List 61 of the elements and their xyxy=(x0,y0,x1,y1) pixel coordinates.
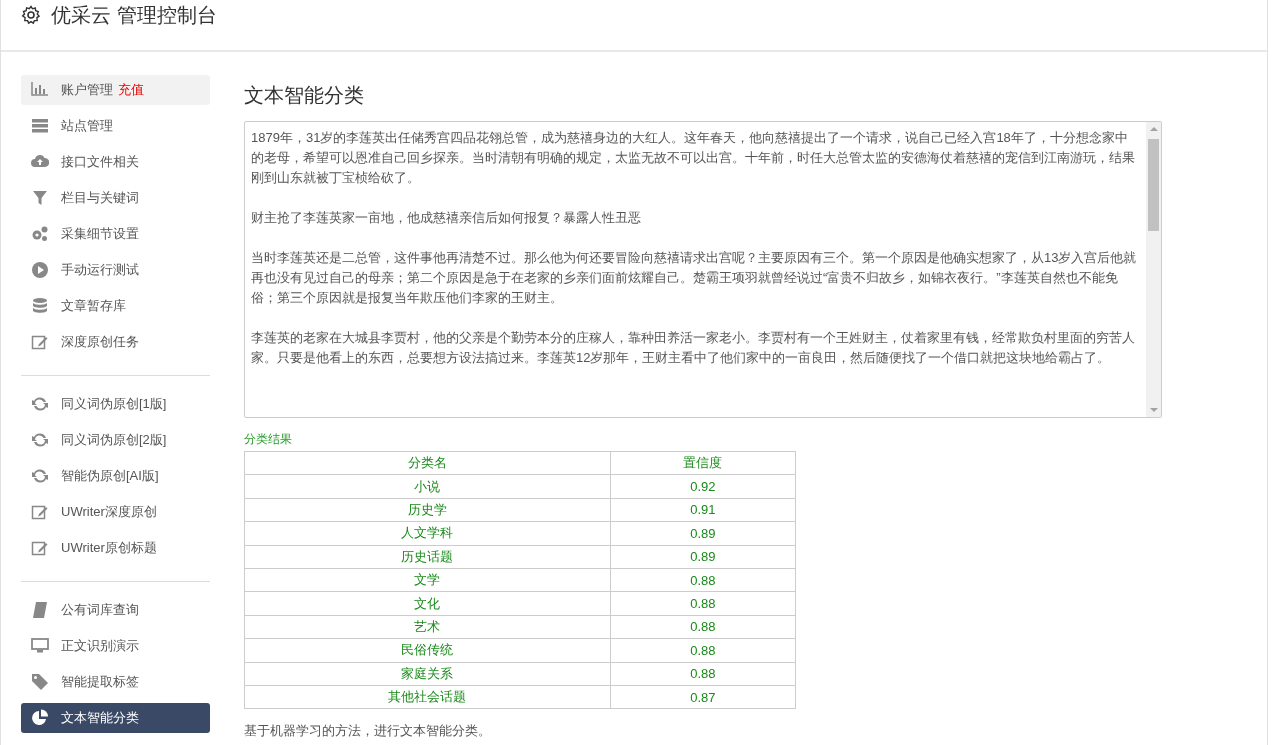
page-title: 文本智能分类 xyxy=(244,83,365,108)
description-text: 基于机器学习的方法，进行文本智能分类。 xyxy=(244,722,492,741)
text-input-field[interactable]: 1879年，31岁的李莲英出任储秀宫四品花翎总管，成为慈禧身边的大红人。这年春天，他向慈禧提出了一个请求，说自己已经入宫18年了，十分想念家中的老母，希望可以恩准自己回乡探亲。当时清朝有明确的规定，太监无故不可以出宫。十年前，时任大总管太监的安德海仗着慈禧的宠信到江南游玩，结果刚到山东就被丁宝桢给砍了。 财主抢了李莲英家一亩地，他成慈禧亲信后如何报复？暴露人性丑恶 当时李莲英还是二总管，这件事他再清楚不过。那么他为何还要冒险向慈禧请求出宫呢？主要原因有三个。第一个原因是他确实想家了，从13岁入宫后他就再也没有见过自己的母亲；第二个原因是急于在老家的乡亲们面前炫耀自己。楚霸王项羽就曾经说过“富贵不归故乡，如锦衣夜行。”李莲英自然也不能免俗；第三个原因就是报复当年欺压他们李家的王财主。 李莲英的老家在大城县李贾村，他的父亲是个勤劳本分的庄稼人，靠种田养活一家老小。李贾村有一个王姓财主，仗着家里有钱，经常欺负村里面的穷苦人家。只要是他看上的东西，总要想方设法搞过来。李莲英12岁那年，王财主看中了他们家中的一亩良田，然后随便找了一个借口就把这块地给霸占了。 xyxy=(244,121,1162,418)
table-cell: 0.87 xyxy=(610,685,796,709)
play-icon xyxy=(31,261,49,279)
sidebar-item[interactable]: 手动运行测试 xyxy=(21,255,210,285)
table-cell: 0.89 xyxy=(610,545,796,569)
sidebar-item[interactable]: 公有词库查询 xyxy=(21,595,210,625)
edit-icon xyxy=(31,539,49,557)
table-cell: 家庭关系 xyxy=(244,662,611,686)
sidebar-item[interactable]: 正文识别演示 xyxy=(21,631,210,661)
table-cell: 人文学科 xyxy=(244,521,611,546)
server-icon xyxy=(31,117,49,135)
sidebar-item[interactable]: 智能提取标签 xyxy=(21,667,210,697)
column-header: 置信度 xyxy=(610,451,796,475)
scrollbar[interactable] xyxy=(1146,122,1161,417)
table-cell: 0.88 xyxy=(610,638,796,662)
sidebar-item[interactable]: UWriter原创标题 xyxy=(21,533,210,563)
sidebar-item[interactable]: 深度原创任务 xyxy=(21,327,210,357)
refresh-icon xyxy=(31,395,49,413)
table-cell: 文学 xyxy=(244,568,611,592)
refresh-icon xyxy=(31,467,49,485)
sidebar-item[interactable]: 采集细节设置 xyxy=(21,219,210,249)
settings-icon xyxy=(21,5,41,25)
sidebar-item[interactable]: 智能伪原创[AI版] xyxy=(21,461,210,491)
edit-icon xyxy=(31,333,49,351)
edit-icon xyxy=(31,503,49,521)
table-cell: 小说 xyxy=(244,474,611,499)
table-cell: 历史学 xyxy=(244,498,611,522)
table-cell: 民俗传统 xyxy=(244,638,611,662)
pie-chart-icon xyxy=(31,709,49,727)
app-title: 优采云 管理控制台 xyxy=(51,2,217,28)
sidebar-item[interactable]: 同义词伪原创[2版] xyxy=(21,425,210,455)
recharge-link[interactable]: 充值 xyxy=(118,81,144,99)
sidebar-item[interactable]: 栏目与关键词 xyxy=(21,183,210,213)
database-icon xyxy=(31,297,49,315)
sidebar-item[interactable]: 文章暂存库 xyxy=(21,291,210,321)
sidebar-item[interactable]: UWriter深度原创 xyxy=(21,497,210,527)
table-cell: 0.91 xyxy=(610,498,796,522)
sidebar-item[interactable]: 站点管理 xyxy=(21,111,210,141)
sidebar-item[interactable]: 账户管理 充值 xyxy=(21,75,210,105)
result-label: 分类结果 xyxy=(244,431,293,447)
refresh-icon xyxy=(31,431,49,449)
sidebar-item[interactable]: 文本智能分类 xyxy=(21,703,210,733)
table-cell: 文化 xyxy=(244,591,611,616)
filter-icon xyxy=(31,189,49,207)
table-cell: 0.88 xyxy=(610,591,796,616)
monitor-icon xyxy=(31,637,49,655)
table-cell: 0.88 xyxy=(610,568,796,592)
table-cell: 0.88 xyxy=(610,662,796,686)
table-cell: 0.92 xyxy=(610,474,796,499)
table-cell: 0.89 xyxy=(610,521,796,546)
sidebar-item[interactable]: 同义词伪原创[1版] xyxy=(21,389,210,419)
table-cell: 0.88 xyxy=(610,615,796,639)
tag-icon xyxy=(31,673,49,691)
column-header: 分类名 xyxy=(244,451,611,475)
table-cell: 艺术 xyxy=(244,615,611,639)
bar-chart-icon xyxy=(31,81,49,99)
table-cell: 其他社会话题 xyxy=(244,685,611,709)
table-cell: 历史话题 xyxy=(244,545,611,569)
sidebar-item[interactable]: 接口文件相关 xyxy=(21,147,210,177)
